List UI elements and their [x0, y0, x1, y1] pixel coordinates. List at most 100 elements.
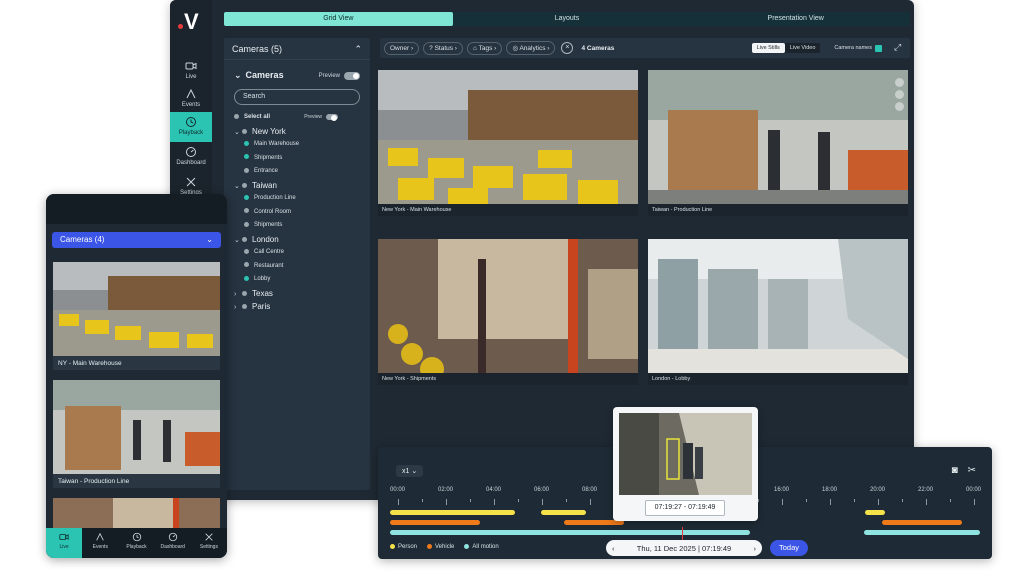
select-all-preview-toggle[interactable] — [326, 113, 338, 121]
zoom-in-icon[interactable] — [895, 78, 904, 87]
mobile-nav-settings[interactable]: Settings — [191, 528, 227, 558]
timeline-legend: Person Vehicle All motion — [390, 544, 499, 550]
status-filter[interactable]: ? Status › — [423, 41, 463, 55]
zoom-reset-icon[interactable] — [895, 90, 904, 99]
item-label: Call Centre — [254, 249, 285, 255]
tree-list: Select all Preview ⌄ New York Main Warehou… — [224, 111, 370, 314]
chevron-down-icon: ⌄ — [234, 182, 240, 190]
today-button[interactable]: Today — [770, 540, 808, 556]
nav-label: Settings — [199, 544, 218, 550]
tree-group-paris[interactable]: › Paris — [234, 300, 360, 314]
mobile-nav-dashboard[interactable]: Dashboard — [155, 528, 191, 558]
select-all-preview-label: Preview — [304, 114, 322, 120]
vehicle-activity-bar[interactable] — [390, 520, 480, 525]
tab-grid-view[interactable]: Grid View — [224, 12, 453, 26]
mobile-camera-tile[interactable] — [53, 498, 220, 528]
playback-speed-select[interactable]: x1 ⌄ — [396, 465, 424, 477]
camera-tile[interactable]: Taiwan - Production Line — [648, 70, 908, 216]
item-label: Main Warehouse — [254, 141, 300, 147]
tree-item[interactable]: Shipments — [234, 152, 360, 166]
rail-dashboard[interactable]: Dashboard — [170, 142, 212, 172]
tile-caption: New York - Shipments — [378, 373, 638, 385]
tree-group-texas[interactable]: › Texas — [234, 287, 360, 301]
chevron-down-icon[interactable]: ⌄ — [234, 70, 242, 80]
camera-tile[interactable]: London - Lobby — [648, 239, 908, 385]
tile-caption: Taiwan - Production Line — [648, 204, 908, 216]
collapse-icon[interactable]: ⌃ — [354, 44, 362, 54]
analytics-icon: ◎ — [512, 45, 519, 52]
tree-item[interactable]: Production Line — [234, 192, 360, 206]
tree-item[interactable]: Lobby — [234, 273, 360, 287]
tick-mark — [518, 499, 519, 502]
tree-item[interactable]: Shipments — [234, 219, 360, 233]
legend-label: All motion — [472, 544, 499, 551]
timeline-preview-popup: 07:19:27 - 07:19:49 — [613, 407, 758, 521]
date-picker[interactable]: ‹ Thu, 11 Dec 2025 | 07:19:49 › — [606, 540, 762, 556]
chevron-down-icon: ⌄ — [234, 236, 240, 244]
tree-item[interactable]: Restaurant — [234, 260, 360, 274]
legend-motion: All motion — [464, 544, 499, 551]
tree-group-london[interactable]: ⌄ London — [234, 233, 360, 247]
scissors-icon[interactable]: ✂ — [968, 465, 976, 476]
person-activity-bar[interactable] — [390, 510, 515, 515]
mobile-camera-tile[interactable]: Taiwan - Production Line — [53, 380, 220, 488]
tree-group-new-york[interactable]: ⌄ New York — [234, 125, 360, 139]
legend-label: Person — [398, 544, 418, 551]
tree-item[interactable]: Call Centre — [234, 246, 360, 260]
camera-dropdown[interactable]: Cameras (4) ⌄ — [52, 232, 221, 248]
rail-playback[interactable]: Playback — [170, 112, 212, 142]
rail-events[interactable]: Events — [170, 84, 212, 114]
rail-live[interactable]: Live — [170, 56, 212, 86]
camera-tile[interactable]: New York - Shipments — [378, 239, 638, 385]
timeline-tools: ◙ ✂ — [952, 465, 976, 476]
motion-activity-bar[interactable] — [390, 530, 750, 535]
tick-mark — [926, 499, 927, 505]
camera-snapshot-icon[interactable]: ◙ — [952, 465, 958, 476]
motion-activity-bar[interactable] — [864, 530, 980, 535]
tab-presentation-view[interactable]: Presentation View — [681, 12, 910, 26]
tree-item[interactable]: Entrance — [234, 165, 360, 179]
clear-filters-button[interactable]: × — [561, 42, 574, 54]
mobile-bottom-nav: Live Events Playback Dashboard Settings — [46, 528, 227, 558]
person-activity-bar[interactable] — [541, 510, 586, 515]
fullscreen-icon[interactable]: ⤢ — [894, 42, 906, 54]
tick-label: 22:00 — [918, 487, 934, 493]
tags-filter[interactable]: ⌂ Tags › — [466, 41, 503, 55]
mobile-nav-live[interactable]: Live — [46, 528, 83, 558]
search-input[interactable]: Search — [234, 89, 360, 105]
group-label: London — [252, 234, 279, 244]
prev-day-icon[interactable]: ‹ — [612, 544, 615, 553]
next-day-icon[interactable]: › — [753, 544, 756, 553]
camera-tile[interactable]: New York - Main Warehouse — [378, 70, 638, 216]
camera-names-toggle[interactable]: Camera names — [834, 44, 882, 52]
tree-subheader: ⌄ Cameras Preview — [224, 60, 370, 81]
tab-layouts[interactable]: Layouts — [453, 12, 682, 26]
legend-label: Vehicle — [435, 544, 455, 551]
live-stills-button[interactable]: Live Stills — [751, 43, 785, 53]
mobile-nav-events[interactable]: Events — [82, 528, 118, 558]
tick-label: 06:00 — [534, 487, 550, 493]
chip-label: Tags — [478, 44, 493, 52]
preview-toggle[interactable] — [344, 71, 360, 80]
mobile-camera-tile[interactable]: NY - Main Warehouse — [53, 262, 220, 370]
tree-group-taiwan[interactable]: ⌄ Taiwan — [234, 179, 360, 193]
item-label: Shipments — [254, 154, 283, 161]
person-activity-bar[interactable] — [865, 510, 885, 515]
item-label: Shipments — [254, 222, 283, 228]
checkbox[interactable] — [875, 44, 882, 52]
live-video-button[interactable]: Live Video — [785, 43, 821, 53]
zoom-out-icon[interactable] — [895, 102, 904, 111]
logo: V — [178, 8, 206, 36]
events-icon — [186, 88, 196, 99]
vehicle-activity-bar[interactable] — [882, 520, 962, 525]
mobile-nav-playback[interactable]: Playback — [118, 528, 154, 558]
item-label: Lobby — [254, 276, 271, 282]
tree-item[interactable]: Main Warehouse — [234, 138, 360, 152]
owner-filter[interactable]: Owner › — [384, 41, 420, 55]
select-all-row[interactable]: Select all Preview — [234, 111, 360, 125]
tree-item[interactable]: Control Room — [234, 206, 360, 220]
nav-label: Events — [92, 544, 108, 550]
analytics-filter[interactable]: ◎ Analytics › — [506, 41, 556, 55]
chevron-right-icon: › — [234, 290, 237, 298]
playhead[interactable] — [682, 527, 683, 541]
